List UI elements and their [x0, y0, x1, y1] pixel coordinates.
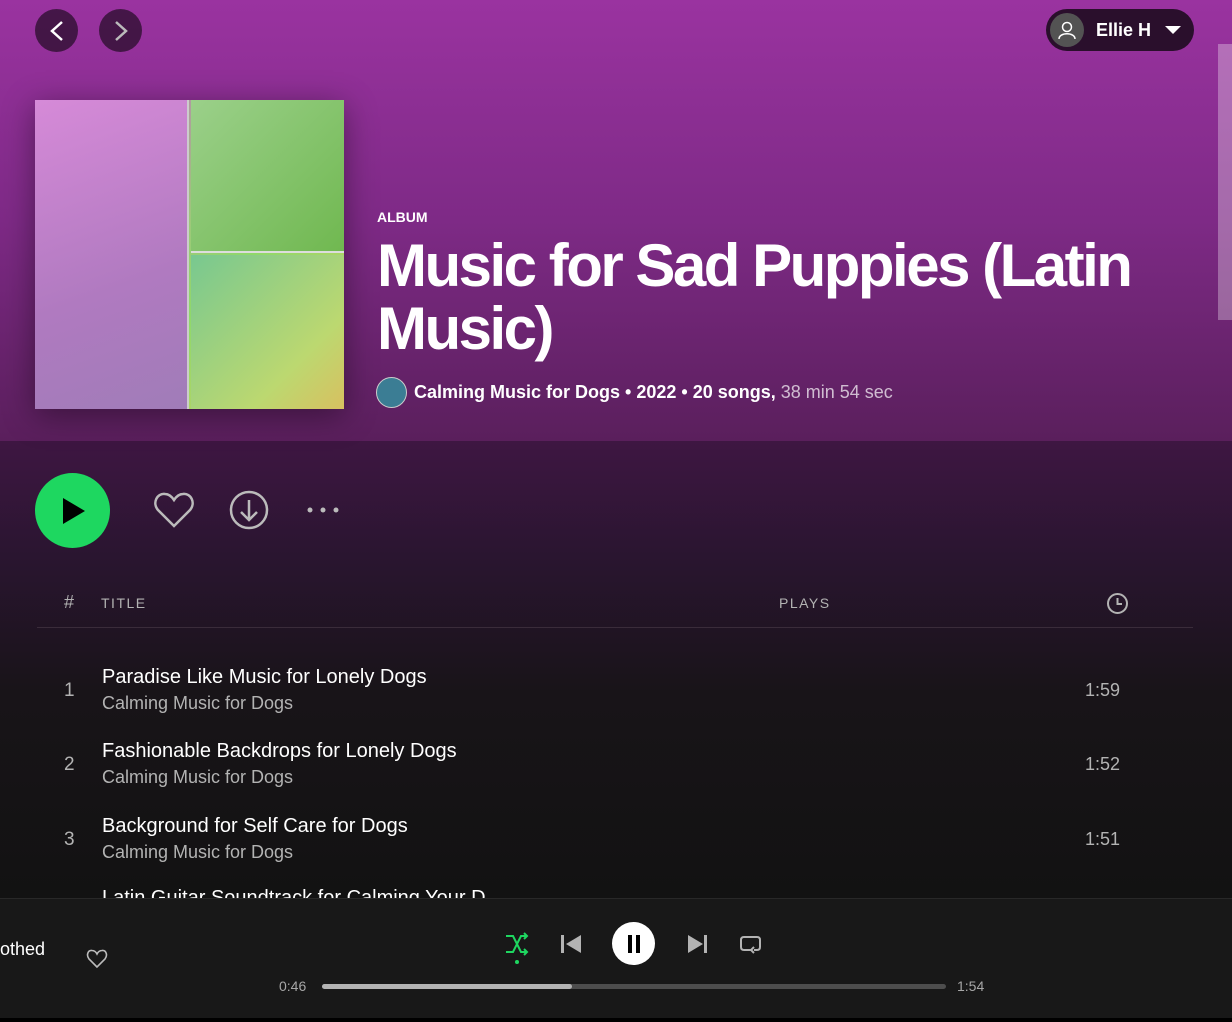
player-bar: othed 0:46 1:54: [0, 898, 1232, 1022]
heart-icon: [154, 492, 194, 528]
track-duration: 1:51: [1085, 829, 1121, 849]
track-title[interactable]: Background for Self Care for Dogs: [102, 815, 408, 838]
track-title[interactable]: Fashionable Backdrops for Lonely Dogs: [102, 740, 457, 763]
clock-icon: [1107, 593, 1128, 614]
album-type-label: ALBUM: [377, 209, 428, 225]
caret-down-icon: [1165, 26, 1182, 34]
column-plays: PLAYS: [779, 595, 831, 611]
artist-avatar: [376, 377, 407, 408]
download-button[interactable]: [227, 488, 271, 532]
pause-icon: [627, 934, 640, 953]
track-title[interactable]: Paradise Like Music for Lonely Dogs: [102, 666, 427, 689]
previous-icon[interactable]: [560, 933, 582, 955]
forward-button[interactable]: [99, 9, 142, 52]
user-avatar-icon: [1050, 13, 1084, 47]
elapsed-time: 0:46: [279, 978, 307, 994]
user-name: Ellie H: [1096, 19, 1152, 40]
now-playing-title[interactable]: othed: [0, 939, 45, 960]
download-icon: [229, 490, 269, 530]
track-artist[interactable]: Calming Music for Dogs: [102, 842, 293, 863]
scrollbar[interactable]: [1218, 44, 1232, 320]
track-number: 2: [64, 754, 75, 775]
more-options-button[interactable]: [302, 500, 344, 520]
track-artist[interactable]: Calming Music for Dogs: [102, 767, 293, 788]
album-meta: Calming Music for Dogs • 2022 • 20 songs…: [376, 377, 893, 408]
track-artist[interactable]: Calming Music for Dogs: [102, 693, 293, 714]
track-row[interactable]: 2 Fashionable Backdrops for Lonely Dogs …: [37, 738, 1193, 808]
repeat-icon[interactable]: [739, 932, 763, 956]
chevron-left-icon: [49, 20, 63, 41]
album-cover: [35, 100, 344, 409]
like-button[interactable]: [150, 487, 198, 533]
track-duration: 1:59: [1085, 680, 1121, 700]
progress-fill: [322, 984, 572, 989]
next-icon[interactable]: [687, 933, 709, 955]
album-title: Music for Sad Puppies (Latin Music): [377, 232, 1133, 362]
album-year: 2022: [636, 382, 677, 402]
bottom-strip: [0, 1018, 1232, 1022]
album-duration: 38 min 54 sec: [780, 382, 893, 402]
more-icon: [307, 507, 339, 513]
track-number: 3: [64, 829, 75, 850]
artist-link[interactable]: Calming Music for Dogs: [414, 382, 620, 403]
shuffle-icon[interactable]: [505, 932, 529, 966]
play-icon: [62, 497, 85, 524]
song-count: 20 songs,: [692, 382, 776, 402]
heart-icon[interactable]: [86, 949, 108, 969]
back-button[interactable]: [35, 9, 78, 52]
track-row[interactable]: 1 Paradise Like Music for Lonely Dogs Ca…: [37, 664, 1193, 734]
play-button[interactable]: [35, 473, 110, 548]
track-duration: 1:52: [1085, 754, 1121, 774]
chevron-right-icon: [114, 20, 128, 41]
progress-bar[interactable]: [322, 984, 946, 989]
pause-button[interactable]: [612, 922, 655, 965]
header-divider: [37, 627, 1193, 628]
column-number: #: [64, 592, 76, 612]
track-number: 1: [64, 680, 75, 701]
user-menu-button[interactable]: Ellie H: [1046, 9, 1194, 51]
track-row[interactable]: 3 Background for Self Care for Dogs Calm…: [37, 813, 1193, 883]
column-title: TITLE: [101, 595, 147, 611]
total-time: 1:54: [957, 978, 985, 994]
